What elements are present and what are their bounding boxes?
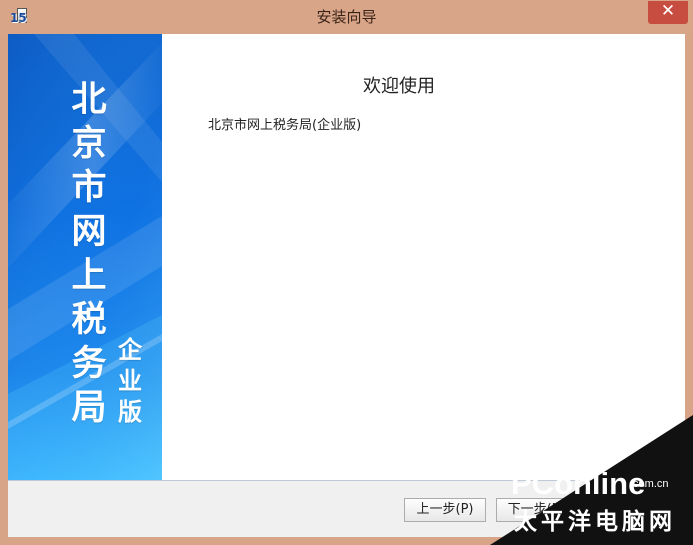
previous-button[interactable]: 上一步(P) bbox=[404, 498, 486, 522]
banner-main-title: 北京市网上税务局 bbox=[71, 79, 107, 428]
watermark-logo-square bbox=[589, 442, 601, 449]
close-icon: ✕ bbox=[660, 1, 676, 21]
close-button[interactable]: ✕ bbox=[648, 1, 688, 24]
title-bar[interactable]: 15 安装向导 ✕ bbox=[0, 0, 693, 34]
banner-sub-title: 企业版 bbox=[118, 335, 142, 426]
watermark-logo-square bbox=[581, 432, 593, 439]
watermark-logo-square bbox=[596, 432, 608, 439]
watermark-brand: PConline bbox=[511, 466, 645, 501]
pconline-watermark-art: PConline .com.cn 太平洋电脑网 bbox=[490, 415, 693, 545]
window-title: 安装向导 bbox=[316, 8, 377, 26]
watermark-logo-square bbox=[604, 442, 616, 449]
watermark-logo-square bbox=[611, 432, 623, 439]
watermark-logo-square bbox=[619, 442, 631, 449]
watermark-logo-square bbox=[611, 452, 623, 459]
watermark-logo-mark bbox=[581, 432, 631, 459]
welcome-title: 欢迎使用 bbox=[363, 76, 435, 97]
product-banner: 北京市网上税务局 企业版 bbox=[8, 34, 162, 480]
pconline-watermark: PConline .com.cn 太平洋电脑网 bbox=[490, 403, 693, 545]
watermark-logo-square bbox=[596, 452, 608, 459]
watermark-domain: .com.cn bbox=[630, 478, 669, 490]
watermark-site-name: 太平洋电脑网 bbox=[514, 508, 676, 535]
welcome-subtitle: 北京市网上税务局(企业版) bbox=[208, 118, 362, 133]
installer-window: 15 安装向导 ✕ 北京市网上税务局 企业版 欢迎使用 北京市网上税务局(企业版… bbox=[0, 0, 693, 545]
